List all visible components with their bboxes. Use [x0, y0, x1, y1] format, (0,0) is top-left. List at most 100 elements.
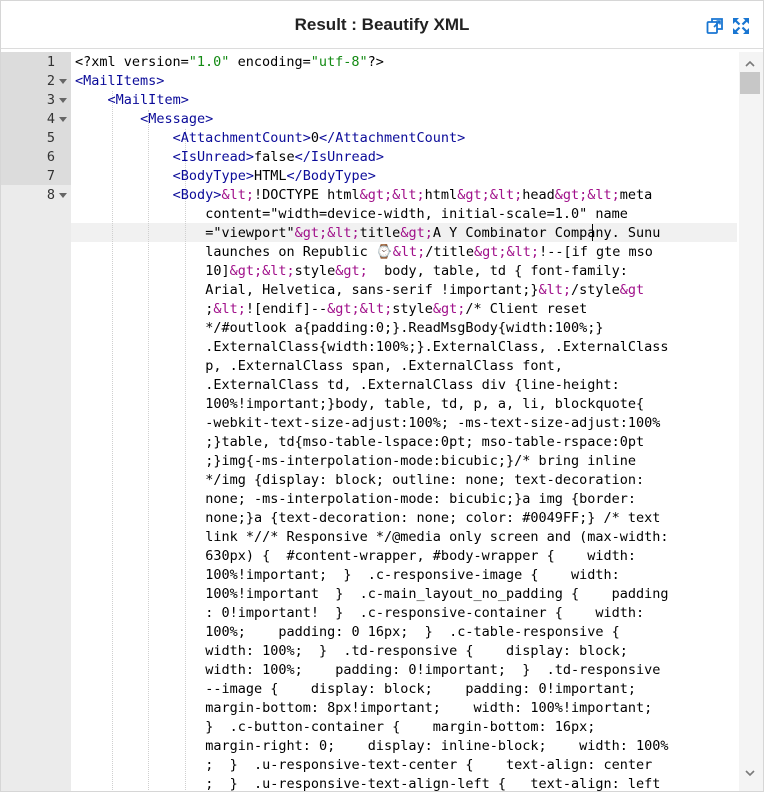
xml-entity: &gt;&lt;: [474, 244, 540, 260]
code-text: width: 100%; } .td-responsive { display:…: [205, 643, 628, 659]
xml-entity: &lt;: [538, 282, 571, 298]
code-text: body, table, td { font-family:: [367, 263, 628, 279]
code-line-wrap: : 0!important! } .c-responsive-container…: [205, 604, 644, 623]
code-text: none;}a {text-decoration: none; color: #…: [205, 510, 661, 526]
scrollbar-thumb[interactable]: [740, 72, 760, 94]
code-text: } .c-button-container { margin-bottom: 1…: [205, 719, 596, 735]
xml-tag: <IsUnread>: [172, 149, 254, 165]
fold-arrow-icon[interactable]: [58, 72, 67, 91]
code-line-wrap: 100%!important } .c-main_layout_no_paddi…: [205, 585, 668, 604]
code-line-wrap: 100%!important; } .c-responsive-image { …: [205, 566, 620, 585]
xml-entity: &gt;&lt;: [229, 263, 295, 279]
line-number: 6: [46, 149, 55, 165]
code-text: 100%; padding: 0 16px; } .c-table-respon…: [205, 624, 620, 640]
code-text: -webkit-text-size-adjust:100%; -ms-text-…: [205, 415, 661, 431]
fullscreen-icon[interactable]: [731, 16, 751, 36]
code-text: ![endif]--: [245, 301, 328, 317]
code-text: style: [294, 263, 336, 279]
indent-guide: [148, 110, 150, 791]
code-line-wrap: none;}a {text-decoration: none; color: #…: [205, 509, 660, 528]
code-line: <Body>&lt;!DOCTYPE html&gt;&lt;html&gt;&…: [173, 186, 653, 205]
line-number: 3: [46, 92, 55, 108]
code-line-wrap: link *//* Responsive */@media only scree…: [205, 528, 668, 547]
copy-icon[interactable]: [705, 16, 725, 36]
attr-value: "utf-8": [310, 54, 368, 70]
code-line-wrap: Arial, Helvetica, sans-serif !important;…: [205, 281, 644, 300]
code-text: ?>: [367, 54, 384, 70]
code-text: <?xml version=: [75, 54, 189, 70]
code-line-wrap: .ExternalClass{width:100%;}.ExternalClas…: [205, 338, 668, 357]
code-line: <?xml version="1.0" encoding="utf-8"?>: [75, 53, 384, 72]
code-line-wrap: content="width=device-width, initial-sca…: [205, 205, 628, 224]
xml-tag: </BodyType>: [286, 168, 376, 184]
line-number: 2: [46, 73, 55, 89]
fold-arrow-icon[interactable]: [58, 91, 67, 110]
xml-entity: &lt;: [213, 301, 246, 317]
xml-entity: &gt;&lt;: [359, 187, 425, 203]
code-text: /style: [571, 282, 620, 298]
code-text: 100%!important; } .c-responsive-image { …: [205, 567, 620, 583]
code-text: */img {display: block; outline: none; te…: [205, 472, 645, 488]
panel-header: Result : Beautify XML: [1, 1, 763, 49]
xml-tag: <Body>: [172, 187, 222, 203]
attr-value: "1.0": [188, 54, 230, 70]
code-text: Arial, Helvetica, sans-serif !important;…: [205, 282, 539, 298]
code-text: margin-right: 0; display: inline-block; …: [205, 738, 669, 754]
code-editor[interactable]: 1 2 3 4 5 6 7 8 <?xml version="1.0" encoding="u…: [1, 52, 763, 791]
code-area[interactable]: <?xml version="1.0" encoding="utf-8"?> <M…: [71, 52, 737, 791]
code-text: none; -ms-interpolation-mode: bicubic;}a…: [205, 491, 637, 507]
panel-title: Result : Beautify XML: [294, 15, 470, 34]
fold-arrow-icon[interactable]: [58, 110, 67, 129]
code-text: p, .ExternalClass span, .ExternalClass f…: [205, 358, 563, 374]
code-text: : 0!important! } .c-responsive-container…: [205, 605, 645, 621]
code-text: width: 100%; padding: 0!important; } .td…: [205, 662, 661, 678]
code-line-wrap: */img {display: block; outline: none; te…: [205, 471, 644, 490]
code-line: <AttachmentCount>0</AttachmentCount>: [173, 129, 466, 148]
line-number: 8: [46, 187, 55, 203]
line-number: 4: [46, 111, 55, 127]
code-line-wrap: ;&lt;![endif]--&gt;&lt;style&gt;/* Clien…: [205, 300, 587, 319]
code-line-wrap: 630px) { #content-wrapper, #body-wrapper…: [205, 547, 636, 566]
code-text: title: [359, 225, 401, 241]
code-line: <IsUnread>false</IsUnread>: [173, 148, 384, 167]
code-text: /title: [425, 244, 475, 260]
code-text: link *//* Responsive */@media only scree…: [205, 529, 669, 545]
code-line-wrap: ;}img{-ms-interpolation-mode:bicubic;}/*…: [205, 452, 636, 471]
code-text: .ExternalClass{width:100%;}.ExternalClas…: [205, 339, 669, 355]
xml-tag: <Message>: [140, 111, 214, 127]
code-line-wrap: width: 100%; } .td-responsive { display:…: [205, 642, 628, 661]
code-line-wrap: none; -ms-interpolation-mode: bicubic;}a…: [205, 490, 636, 509]
code-text: /* Client reset: [465, 301, 588, 317]
xml-entity: &lt;: [392, 244, 426, 260]
xml-entity: &gt;&lt;: [294, 225, 360, 241]
code-text: A Y Combinator Company. Sunu: [432, 225, 661, 241]
code-text: !DOCTYPE html: [253, 187, 360, 203]
code-text: margin-bottom: 8px!important; width: 100…: [205, 700, 653, 716]
code-line-wrap: ="viewport"&gt;&lt;title&gt;A Y Combinat…: [205, 224, 660, 243]
code-text: .ExternalClass td, .ExternalClass div {l…: [205, 377, 620, 393]
vertical-scrollbar[interactable]: [739, 52, 763, 791]
code-line-wrap: */#outlook a{padding:0;}.ReadMsgBody{wid…: [205, 319, 603, 338]
code-text: 630px) { #content-wrapper, #body-wrapper…: [205, 548, 637, 564]
xml-entity: &gt;&lt;: [457, 187, 523, 203]
code-line-wrap: --image { display: block; padding: 0!imp…: [205, 680, 636, 699]
line-number: 7: [46, 168, 55, 184]
xml-entity: &lt;: [221, 187, 254, 203]
code-text: 100%!important;}body, table, td, p, a, l…: [205, 396, 645, 412]
code-text: */#outlook a{padding:0;}.ReadMsgBody{wid…: [205, 320, 604, 336]
scroll-up-arrow-icon[interactable]: [744, 56, 756, 67]
code-line: <MailItem>: [108, 91, 189, 110]
code-line-wrap: margin-bottom: 8px!important; width: 100…: [205, 699, 652, 718]
code-line-wrap: } .c-button-container { margin-bottom: 1…: [205, 718, 595, 737]
xml-tag: </AttachmentCount>: [318, 130, 466, 146]
code-line-wrap: ; } .u-responsive-text-align-left { text…: [205, 775, 660, 791]
code-text: HTML: [253, 168, 287, 184]
code-text: ; } .u-responsive-text-align-left { text…: [205, 776, 661, 791]
fold-arrow-icon[interactable]: [58, 186, 67, 205]
scroll-down-arrow-icon[interactable]: [744, 765, 756, 777]
code-text: content="width=device-width, initial-sca…: [205, 206, 628, 222]
code-line: <Message>: [140, 110, 213, 129]
code-text: encoding=: [229, 54, 311, 70]
xml-tag: <MailItem>: [107, 92, 189, 108]
code-text: false: [253, 149, 295, 165]
